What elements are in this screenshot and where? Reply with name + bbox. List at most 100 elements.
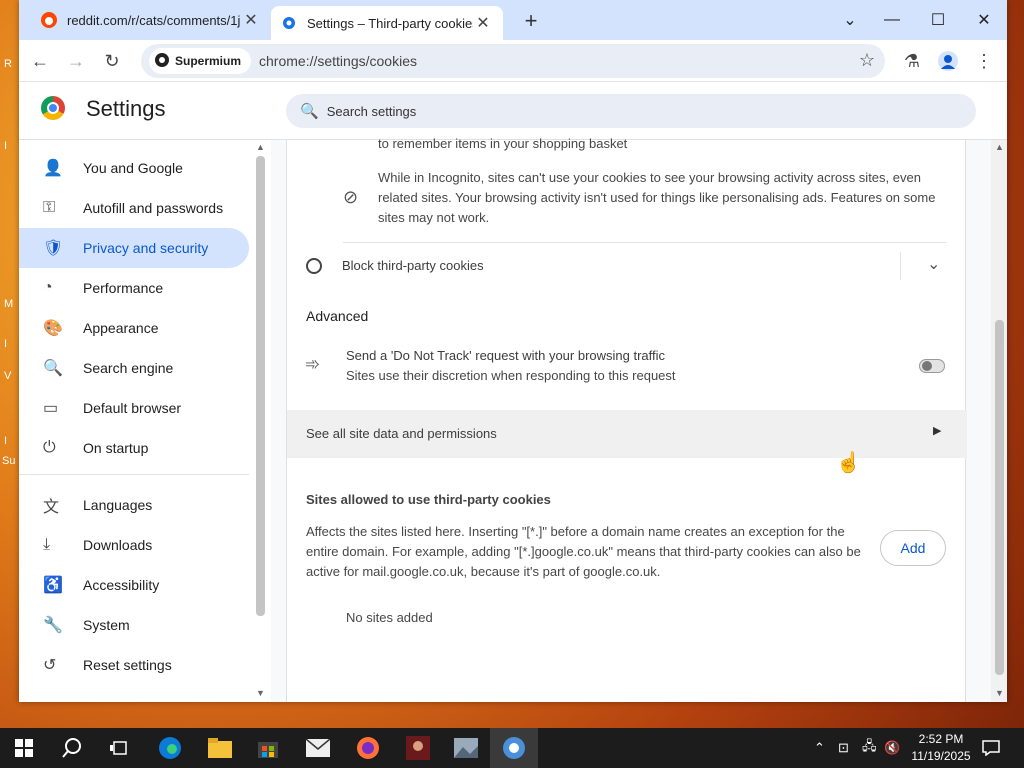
- network-device-icon[interactable]: ⊡: [838, 728, 856, 768]
- supermium-taskbar-icon[interactable]: [490, 728, 538, 768]
- forward-arrow-icon: ➾: [305, 354, 321, 374]
- sidebar-item-label: Reset settings: [83, 657, 172, 673]
- search-icon[interactable]: [48, 728, 96, 768]
- see-all-site-data-row[interactable]: See all site data and permissions ▶: [287, 410, 967, 458]
- network-icon[interactable]: 🖧: [862, 728, 880, 768]
- new-tab-button[interactable]: +: [519, 8, 543, 34]
- close-tab-icon[interactable]: ✕: [241, 10, 261, 30]
- tab-strip: reddit.com/r/cats/comments/1j ✕ Settings…: [19, 0, 1007, 40]
- close-window-button[interactable]: ✕: [961, 0, 1007, 40]
- tray-overflow-icon[interactable]: ⌃: [814, 728, 832, 768]
- tab-reddit[interactable]: reddit.com/r/cats/comments/1j ✕: [31, 4, 271, 36]
- forward-button[interactable]: →: [63, 48, 89, 74]
- chevron-right-icon: ▶: [933, 425, 942, 437]
- scroll-up-icon[interactable]: ▲: [995, 142, 1004, 152]
- site-chip-label: Supermium: [175, 54, 242, 68]
- supermium-icon: [155, 52, 169, 70]
- sidebar-item-search-engine[interactable]: 🔍 Search engine: [19, 348, 249, 388]
- scroll-up-icon[interactable]: ▲: [256, 142, 265, 152]
- desktop-label: I: [4, 140, 8, 152]
- blocked-icon: ⊘: [343, 187, 359, 207]
- sidebar-item-label: Default browser: [83, 400, 182, 416]
- clock[interactable]: 2:52 PM 11/19/2025: [906, 731, 976, 765]
- incognito-description: While in Incognito, sites can't use your…: [378, 170, 936, 225]
- close-tab-icon[interactable]: ✕: [473, 13, 493, 33]
- tab-search-button[interactable]: ⌄: [837, 0, 863, 40]
- accessibility-icon: ♿: [43, 577, 63, 594]
- sidebar-item-system[interactable]: 🔧 System: [19, 605, 249, 645]
- scroll-down-icon[interactable]: ▼: [256, 688, 265, 698]
- profile-avatar[interactable]: [935, 48, 961, 74]
- notifications-icon[interactable]: [982, 728, 1002, 768]
- add-button[interactable]: Add: [880, 530, 946, 566]
- power-icon: ⏻: [43, 439, 56, 456]
- chevron-down-icon[interactable]: ⌄: [927, 254, 940, 274]
- maximize-button[interactable]: ☐: [915, 0, 961, 40]
- person-icon: 👤: [43, 160, 63, 177]
- sidebar-item-downloads[interactable]: ⤓ Downloads: [19, 525, 249, 565]
- task-view-icon[interactable]: [96, 728, 144, 768]
- back-button[interactable]: ←: [27, 48, 53, 74]
- sidebar-item-accessibility[interactable]: ♿ Accessibility: [19, 565, 249, 605]
- divider: [343, 242, 947, 243]
- app-icon[interactable]: [394, 728, 442, 768]
- scrollbar-thumb[interactable]: [256, 156, 265, 616]
- main-scrollbar[interactable]: ▲ ▼: [991, 140, 1007, 702]
- translate-icon: 文: [43, 499, 60, 516]
- desktop-label: I: [4, 435, 8, 447]
- allowed-sites-heading: Sites allowed to use third-party cookies: [306, 492, 551, 507]
- sidebar-item-autofill[interactable]: ⚿ Autofill and passwords: [19, 188, 249, 228]
- divider: [900, 252, 901, 280]
- block-cookies-radio[interactable]: [306, 258, 322, 274]
- tab-settings[interactable]: Settings – Third-party cookies ✕: [271, 6, 503, 40]
- volume-muted-icon[interactable]: 🔇: [884, 728, 906, 768]
- photos-icon[interactable]: [442, 728, 490, 768]
- dnt-subtitle: Sites use their discretion when respondi…: [346, 368, 676, 383]
- url-text: chrome://settings/cookies: [259, 53, 417, 69]
- bookmark-star-icon[interactable]: ☆: [859, 50, 875, 71]
- sidebar-item-languages[interactable]: 文 Languages: [19, 485, 249, 525]
- menu-icon[interactable]: ⋮: [971, 48, 997, 74]
- taskbar: ⌃ ⊡ 🖧 🔇 2:52 PM 11/19/2025: [0, 728, 1024, 768]
- start-button[interactable]: [0, 728, 48, 768]
- mail-icon[interactable]: [294, 728, 342, 768]
- edge-icon[interactable]: [146, 728, 194, 768]
- sidebar: 👤 You and Google ⚿ Autofill and password…: [19, 140, 271, 702]
- page-title: Settings: [86, 96, 166, 121]
- scroll-down-icon[interactable]: ▼: [995, 688, 1004, 698]
- sidebar-item-performance[interactable]: ◔ Performance: [19, 268, 249, 308]
- sidebar-item-default-browser[interactable]: ▭ Default browser: [19, 388, 249, 428]
- settings-logo-icon: [41, 96, 65, 120]
- site-info-chip[interactable]: Supermium: [149, 48, 252, 74]
- sidebar-item-reset[interactable]: ↺ Reset settings: [19, 645, 249, 685]
- scrollbar-thumb[interactable]: [995, 320, 1004, 675]
- store-icon[interactable]: [244, 728, 292, 768]
- search-icon: 🔍: [300, 103, 319, 120]
- search-input[interactable]: 🔍 Search settings: [286, 94, 976, 128]
- sidebar-item-appearance[interactable]: 🎨 Appearance: [19, 308, 249, 348]
- dnt-title: Send a 'Do Not Track' request with your …: [346, 348, 666, 363]
- firefox-icon[interactable]: [344, 728, 392, 768]
- sidebar-item-label: Search engine: [83, 360, 174, 376]
- clock-date: 11/19/2025: [911, 749, 971, 763]
- sidebar-item-you-and-google[interactable]: 👤 You and Google: [19, 148, 249, 188]
- dnt-toggle[interactable]: [919, 359, 945, 373]
- sidebar-divider: [19, 474, 249, 475]
- sidebar-item-label: Appearance: [83, 320, 159, 336]
- reload-button[interactable]: ↻: [99, 48, 125, 74]
- labs-icon[interactable]: ⚗: [899, 48, 925, 74]
- desktop-label: Su: [2, 455, 16, 467]
- sidebar-item-on-startup[interactable]: ⏻ On startup: [19, 428, 249, 468]
- key-icon: ⚿: [43, 199, 56, 216]
- minimize-button[interactable]: —: [869, 0, 915, 40]
- gear-icon: [281, 15, 297, 31]
- sidebar-item-privacy[interactable]: 🛡 Privacy and security: [19, 228, 249, 268]
- address-bar[interactable]: Supermium chrome://settings/cookies ☆: [141, 44, 885, 78]
- file-explorer-icon[interactable]: [196, 728, 244, 768]
- desktop-label: V: [4, 370, 12, 382]
- settings-header: Settings 🔍 Search settings: [19, 82, 1007, 140]
- main-content: to remember items in your shopping baske…: [271, 136, 1007, 702]
- no-sites-text: No sites added: [346, 610, 433, 625]
- sidebar-item-label: Languages: [83, 497, 153, 513]
- sidebar-scrollbar[interactable]: ▲ ▼: [253, 140, 267, 702]
